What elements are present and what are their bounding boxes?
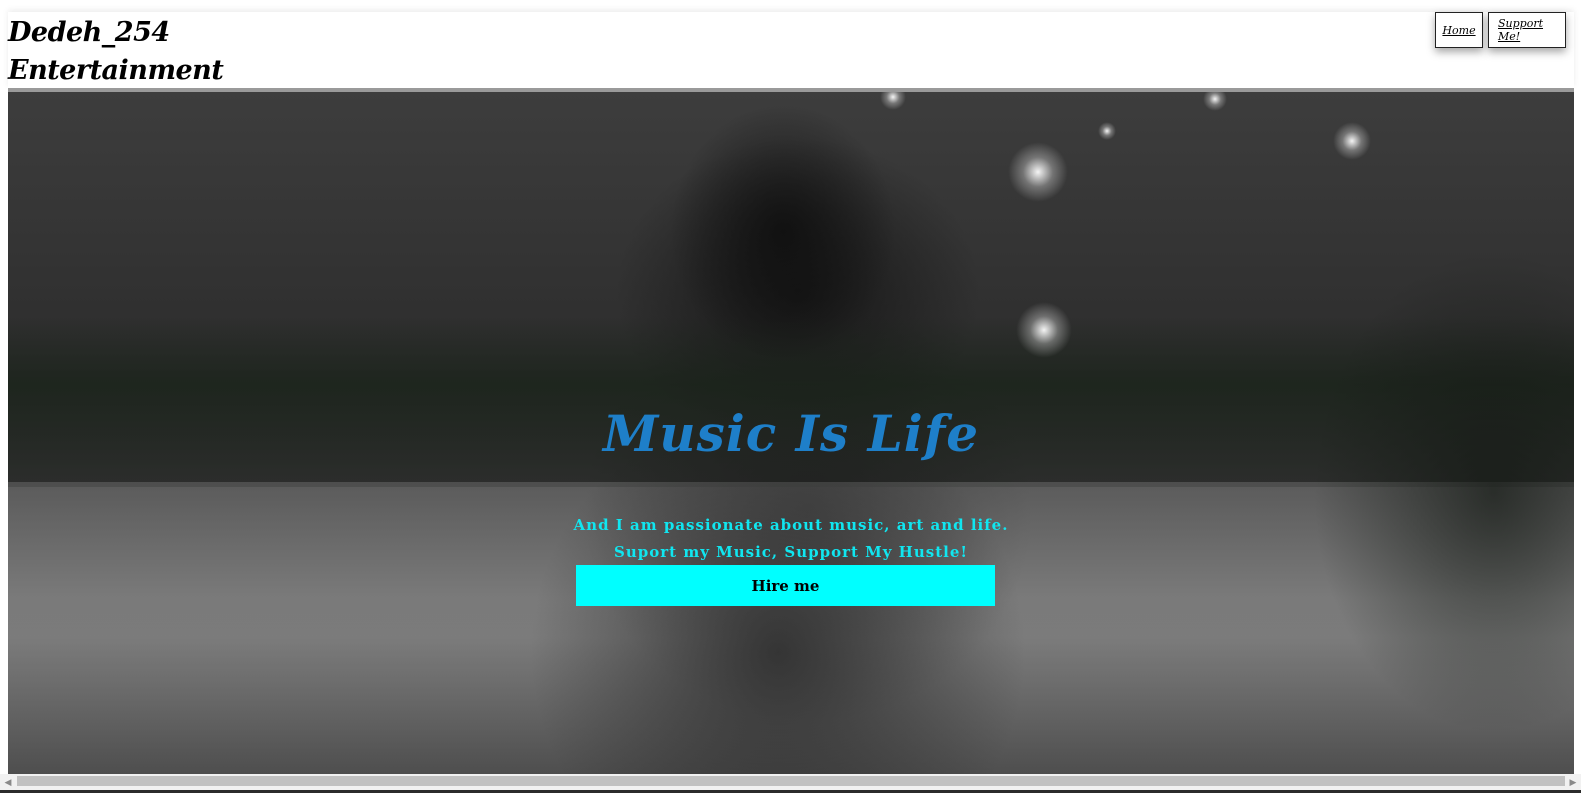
site-brand[interactable]: Dedeh_254 Entertainment [8, 14, 224, 90]
nav-support-button[interactable]: Support Me! [1488, 12, 1566, 48]
hero-subtitle-line-1: And I am passionate about music, art and… [573, 516, 1009, 534]
page: Dedeh_254 Entertainment Home Support Me!… [0, 0, 1581, 793]
hero-subtitle: And I am passionate about music, art and… [8, 512, 1574, 566]
main-nav: Home Support Me! [1435, 12, 1566, 48]
nav-home-button[interactable]: Home [1435, 12, 1483, 48]
scrollbar-thumb[interactable] [17, 776, 1565, 786]
hero-content: Music Is Life And I am passionate about … [8, 92, 1574, 774]
brand-line-2: Entertainment [8, 55, 224, 86]
arrow-right-icon[interactable]: ▶ [1567, 777, 1579, 789]
horizontal-scrollbar[interactable]: ◀ ▶ [0, 774, 1581, 793]
hero-subtitle-line-2: Suport my Music, Support My Hustle! [614, 543, 968, 561]
brand-line-1: Dedeh_254 [8, 17, 170, 48]
hero-section: Music Is Life And I am passionate about … [8, 92, 1574, 774]
arrow-left-icon[interactable]: ◀ [2, 777, 14, 789]
site-header: Dedeh_254 Entertainment Home Support Me! [8, 12, 1574, 88]
hero-title: Music Is Life [602, 404, 980, 463]
hire-me-button[interactable]: Hire me [576, 565, 995, 606]
